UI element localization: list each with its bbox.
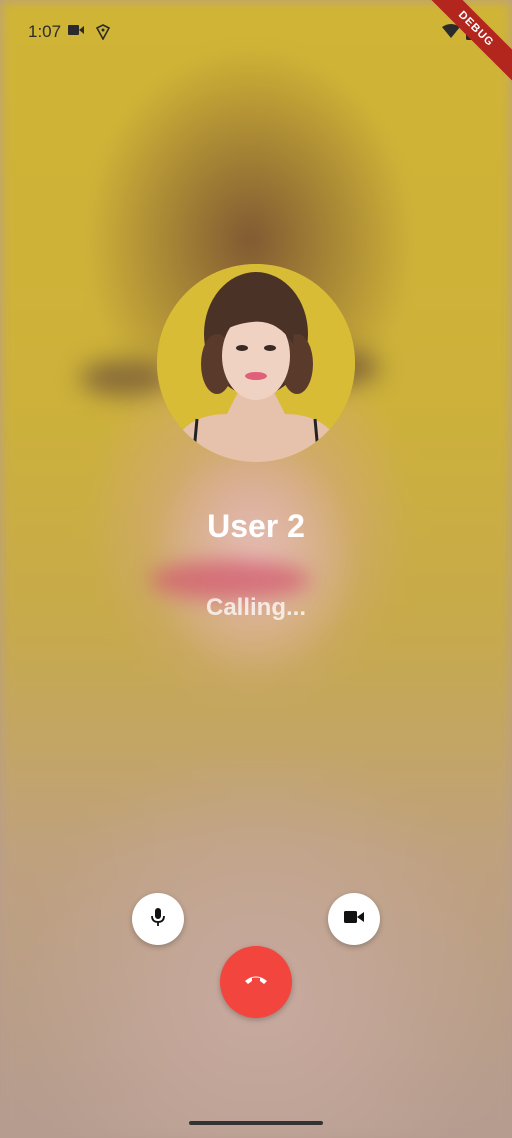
home-indicator[interactable] [189, 1121, 323, 1125]
calling-screen: 1:07 DEBUG User 2 Calling... [0, 0, 512, 1138]
call-end-icon [244, 973, 268, 991]
video-record-icon [68, 24, 84, 39]
caller-avatar [157, 264, 355, 462]
caller-name: User 2 [207, 508, 305, 544]
status-bar: 1:07 DEBUG [0, 0, 512, 87]
mute-button[interactable] [132, 893, 184, 945]
vpn-shield-icon [95, 24, 111, 43]
call-status-text: Calling... [205, 594, 306, 621]
mic-icon [149, 907, 167, 932]
video-toggle-button[interactable] [328, 893, 380, 945]
status-time: 1:07 [28, 22, 62, 41]
end-call-button[interactable] [220, 946, 292, 1018]
videocam-icon [344, 910, 364, 929]
